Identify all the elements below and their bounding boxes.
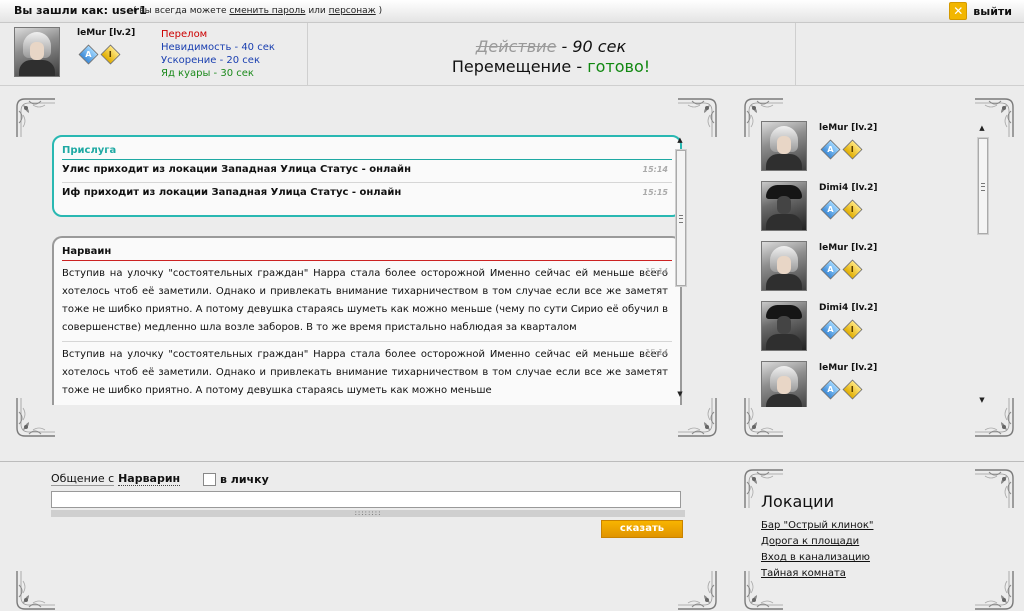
login-status: Вы зашли как: user1 — [14, 4, 147, 17]
message-time: 15:14 — [644, 348, 668, 357]
agility-badge-icon[interactable]: A — [820, 259, 841, 280]
effects-list: Перелом Невидимость - 40 сек Ускорение -… — [161, 28, 275, 80]
message-time: 15:15 — [642, 188, 668, 197]
agility-badge-icon[interactable]: A — [820, 199, 841, 220]
chat-scrollbar[interactable]: ▲ ▼ — [673, 135, 687, 403]
channel-title: Прислуга — [62, 145, 672, 160]
scroll-up-icon[interactable]: ▲ — [976, 123, 988, 133]
player-name[interactable]: leMur [lv.2] — [77, 28, 135, 38]
character-link[interactable]: персонаж — [329, 6, 376, 16]
scroll-down-icon[interactable]: ▼ — [976, 395, 988, 405]
login-note: ( вы всегда можете сменить пароль или пе… — [133, 6, 383, 16]
avatar[interactable] — [761, 361, 807, 407]
effect-poison: Яд куары - 30 сек — [161, 68, 254, 79]
narvain-channel: Нарвaин Вступив на улочку "состоятельных… — [52, 236, 682, 405]
top-bar: Вы зашли как: user1 ( вы всегда можете с… — [0, 0, 1024, 23]
logout-button[interactable]: ✕ выйти — [949, 2, 1012, 20]
status-header: leMur [lv.2] A I Перелом Невидимость - 4… — [0, 23, 1024, 86]
location-link-sewer[interactable]: Вход в канализацию — [761, 550, 873, 566]
location-link-bar[interactable]: Бар "Острый клинок" — [761, 518, 873, 534]
chat-panel: Прислуга Улис приходит из локации Западн… — [15, 97, 718, 438]
locations-panel: Локации Бар "Острый клинок" Дорога к пло… — [743, 468, 1015, 611]
user-name[interactable]: Dimi4 [lv.2] — [819, 303, 878, 313]
talk-target-label: Общение с Нарвaрин — [51, 472, 181, 486]
users-panel: leMur [lv.2] A I Dimi4 [lv.2] A I leMur … — [743, 97, 1015, 438]
agility-badge-icon[interactable]: A — [820, 379, 841, 400]
locations-list: Бар "Острый клинок" Дорога к площади Вхо… — [761, 518, 873, 582]
list-item: Улис приходит из локации Западная Улица … — [62, 160, 672, 183]
checkbox-icon[interactable] — [203, 473, 216, 486]
servants-channel: Прислуга Улис приходит из локации Западн… — [52, 135, 682, 217]
scroll-thumb[interactable] — [978, 138, 988, 234]
effect-haste: Ускорение - 20 сек — [161, 55, 260, 66]
message-time: 15:14 — [642, 165, 668, 174]
scroll-up-icon[interactable]: ▲ — [674, 135, 686, 145]
location-link-road[interactable]: Дорога к площади — [761, 534, 873, 550]
list-item: Вступив на улочку "состоятельных граждан… — [62, 261, 672, 342]
message-time: 15:14 — [644, 267, 668, 276]
move-timer: Перемещение - готово! — [451, 57, 651, 76]
corner-ornament-icon — [973, 569, 1015, 611]
effect-invisibility: Невидимость - 40 сек — [161, 42, 275, 53]
header-right-panel — [795, 23, 1024, 85]
corner-ornament-icon — [15, 569, 57, 611]
avatar[interactable] — [761, 241, 807, 291]
user-card[interactable]: Dimi4 [lv.2] A I — [761, 181, 961, 231]
divider — [0, 461, 1024, 462]
channel-title: Нарвaин — [62, 246, 672, 261]
intellect-badge-icon[interactable]: I — [842, 379, 863, 400]
private-checkbox[interactable]: в личку — [203, 473, 269, 486]
player-badges: A I — [78, 44, 121, 65]
agility-badge-icon[interactable]: A — [78, 44, 99, 65]
talk-target-link[interactable]: Нарвaрин — [118, 472, 181, 486]
avatar[interactable] — [761, 121, 807, 171]
user-name[interactable]: leMur [lv.2] — [819, 123, 877, 133]
player-panel: leMur [lv.2] A I Перелом Невидимость - 4… — [0, 23, 308, 85]
list-item: Иф приходит из локации Западная Улица Ст… — [62, 187, 668, 198]
corner-ornament-icon — [15, 97, 57, 139]
message-composer: Общение с Нарвaрин в личку :::::::: сказ… — [15, 464, 718, 611]
intellect-badge-icon[interactable]: I — [842, 199, 863, 220]
user-name[interactable]: Dimi4 [lv.2] — [819, 183, 878, 193]
intellect-badge-icon[interactable]: I — [842, 139, 863, 160]
corner-ornament-icon — [973, 468, 1015, 510]
intellect-badge-icon[interactable]: I — [842, 259, 863, 280]
user-card[interactable]: Dimi4 [lv.2] A I — [761, 301, 961, 351]
corner-ornament-icon — [15, 396, 57, 438]
locations-title: Локации — [761, 492, 834, 511]
agility-badge-icon[interactable]: A — [820, 319, 841, 340]
scroll-down-icon[interactable]: ▼ — [674, 389, 686, 399]
effect-fracture: Перелом — [161, 29, 208, 40]
avatar[interactable] — [761, 181, 807, 231]
intellect-badge-icon[interactable]: I — [842, 319, 863, 340]
user-card[interactable]: leMur [lv.2] A I — [761, 121, 961, 171]
say-button[interactable]: сказать — [601, 520, 683, 538]
location-link-secret-room[interactable]: Тайная комната — [761, 566, 873, 582]
intellect-badge-icon[interactable]: I — [100, 44, 121, 65]
avatar[interactable] — [14, 27, 60, 77]
scroll-thumb[interactable] — [676, 150, 686, 286]
resize-handle[interactable]: :::::::: — [51, 510, 685, 517]
user-card[interactable]: leMur [lv.2] A I — [761, 361, 961, 407]
close-icon: ✕ — [949, 2, 968, 20]
list-item: Вступив на улочку "состоятельных граждан… — [62, 342, 672, 404]
user-name[interactable]: leMur [lv.2] — [819, 363, 877, 373]
corner-ornament-icon — [676, 97, 718, 139]
avatar[interactable] — [761, 301, 807, 351]
user-card[interactable]: leMur [lv.2] A I — [761, 241, 961, 291]
message-input[interactable] — [51, 491, 681, 508]
users-scrollbar[interactable]: ▲ ▼ — [975, 123, 989, 407]
user-name[interactable]: leMur [lv.2] — [819, 243, 877, 253]
corner-ornament-icon — [676, 569, 718, 611]
agility-badge-icon[interactable]: A — [820, 139, 841, 160]
change-password-link[interactable]: сменить пароль — [229, 6, 305, 16]
action-timer: Действие - 90 сек — [475, 37, 627, 56]
